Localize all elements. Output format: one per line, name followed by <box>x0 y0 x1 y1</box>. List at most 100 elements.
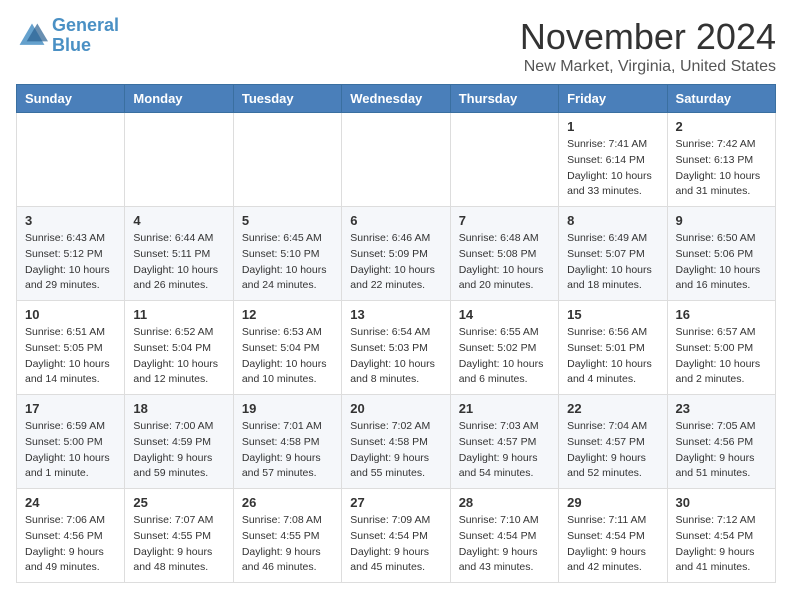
day-number: 9 <box>676 213 767 228</box>
weekday-header: Monday <box>125 85 233 113</box>
day-number: 14 <box>459 307 550 322</box>
calendar-day-cell: 28 Sunrise: 7:10 AMSunset: 4:54 PMDayligh… <box>450 489 558 583</box>
day-number: 16 <box>676 307 767 322</box>
calendar-day-cell <box>125 113 233 207</box>
day-number: 26 <box>242 495 333 510</box>
day-number: 28 <box>459 495 550 510</box>
day-info: Sunrise: 7:41 AMSunset: 6:14 PMDaylight:… <box>567 137 658 200</box>
calendar-day-cell: 3 Sunrise: 6:43 AMSunset: 5:12 PMDaylight… <box>17 207 125 301</box>
calendar-day-cell: 15Sunrise: 6:56 AMSunset: 5:01 PMDayligh… <box>559 301 667 395</box>
logo-text: General Blue <box>52 16 119 56</box>
day-info: Sunrise: 7:03 AMSunset: 4:57 PMDaylight:… <box>459 419 550 482</box>
calendar-day-cell: 27Sunrise: 7:09 AMSunset: 4:54 PMDayligh… <box>342 489 450 583</box>
calendar-day-cell: 24 Sunrise: 7:06 AMSunset: 4:56 PMDayligh… <box>17 489 125 583</box>
day-info: Sunrise: 7:11 AMSunset: 4:54 PMDaylight:… <box>567 513 658 576</box>
day-number: 30 <box>676 495 767 510</box>
day-info: Sunrise: 7:02 AMSunset: 4:58 PMDaylight:… <box>350 419 441 482</box>
day-number: 17 <box>25 401 116 416</box>
day-info: Sunrise: 7:09 AMSunset: 4:54 PMDaylight:… <box>350 513 441 576</box>
day-number: 1 <box>567 119 658 134</box>
day-number: 18 <box>133 401 224 416</box>
day-number: 5 <box>242 213 333 228</box>
calendar-day-cell <box>17 113 125 207</box>
calendar-day-cell: 26 Sunrise: 7:08 AMSunset: 4:55 PMDayligh… <box>233 489 341 583</box>
day-number: 19 <box>242 401 333 416</box>
day-number: 10 <box>25 307 116 322</box>
calendar-day-cell: 5 Sunrise: 6:45 AMSunset: 5:10 PMDaylight… <box>233 207 341 301</box>
page-header: General Blue November 2024 New Market, V… <box>16 16 776 76</box>
day-info: Sunrise: 7:08 AMSunset: 4:55 PMDaylight:… <box>242 513 333 576</box>
weekday-header: Wednesday <box>342 85 450 113</box>
calendar-day-cell: 14 Sunrise: 6:55 AMSunset: 5:02 PMDayligh… <box>450 301 558 395</box>
calendar-day-cell: 1 Sunrise: 7:41 AMSunset: 6:14 PMDaylight… <box>559 113 667 207</box>
calendar-day-cell: 17 Sunrise: 6:59 AMSunset: 5:00 PMDayligh… <box>17 395 125 489</box>
calendar-week-row: 24 Sunrise: 7:06 AMSunset: 4:56 PMDayligh… <box>17 489 776 583</box>
day-info: Sunrise: 6:46 AMSunset: 5:09 PMDaylight:… <box>350 231 441 294</box>
day-info: Sunrise: 6:54 AMSunset: 5:03 PMDaylight:… <box>350 325 441 388</box>
day-number: 7 <box>459 213 550 228</box>
calendar-day-cell: 19Sunrise: 7:01 AMSunset: 4:58 PMDayligh… <box>233 395 341 489</box>
day-number: 22 <box>567 401 658 416</box>
month-title: November 2024 <box>520 16 776 58</box>
weekday-header: Tuesday <box>233 85 341 113</box>
location-title: New Market, Virginia, United States <box>520 58 776 76</box>
calendar-day-cell: 25 Sunrise: 7:07 AMSunset: 4:55 PMDayligh… <box>125 489 233 583</box>
day-number: 3 <box>25 213 116 228</box>
day-number: 11 <box>133 307 224 322</box>
calendar-day-cell: 13 Sunrise: 6:54 AMSunset: 5:03 PMDayligh… <box>342 301 450 395</box>
calendar-day-cell: 30 Sunrise: 7:12 AMSunset: 4:54 PMDayligh… <box>667 489 775 583</box>
logo-line1: General <box>52 15 119 35</box>
calendar-day-cell <box>342 113 450 207</box>
calendar-week-row: 3 Sunrise: 6:43 AMSunset: 5:12 PMDaylight… <box>17 207 776 301</box>
weekday-header: Thursday <box>450 85 558 113</box>
day-number: 24 <box>25 495 116 510</box>
day-number: 12 <box>242 307 333 322</box>
day-number: 8 <box>567 213 658 228</box>
day-info: Sunrise: 7:05 AMSunset: 4:56 PMDaylight:… <box>676 419 767 482</box>
calendar-day-cell: 8Sunrise: 6:49 AMSunset: 5:07 PMDaylight… <box>559 207 667 301</box>
day-info: Sunrise: 7:42 AMSunset: 6:13 PMDaylight:… <box>676 137 767 200</box>
weekday-header: Friday <box>559 85 667 113</box>
day-info: Sunrise: 6:53 AMSunset: 5:04 PMDaylight:… <box>242 325 333 388</box>
calendar-day-cell: 23 Sunrise: 7:05 AMSunset: 4:56 PMDayligh… <box>667 395 775 489</box>
day-number: 23 <box>676 401 767 416</box>
calendar-header-row: SundayMondayTuesdayWednesdayThursdayFrid… <box>17 85 776 113</box>
logo-icon <box>16 20 48 52</box>
calendar-week-row: 1 Sunrise: 7:41 AMSunset: 6:14 PMDaylight… <box>17 113 776 207</box>
day-number: 6 <box>350 213 441 228</box>
calendar-day-cell <box>450 113 558 207</box>
weekday-header: Saturday <box>667 85 775 113</box>
day-info: Sunrise: 6:44 AMSunset: 5:11 PMDaylight:… <box>133 231 224 294</box>
calendar-day-cell: 12 Sunrise: 6:53 AMSunset: 5:04 PMDayligh… <box>233 301 341 395</box>
calendar-table: SundayMondayTuesdayWednesdayThursdayFrid… <box>16 84 776 583</box>
calendar-week-row: 17 Sunrise: 6:59 AMSunset: 5:00 PMDayligh… <box>17 395 776 489</box>
day-number: 29 <box>567 495 658 510</box>
day-info: Sunrise: 6:50 AMSunset: 5:06 PMDaylight:… <box>676 231 767 294</box>
calendar-day-cell: 29 Sunrise: 7:11 AMSunset: 4:54 PMDayligh… <box>559 489 667 583</box>
calendar-day-cell: 22Sunrise: 7:04 AMSunset: 4:57 PMDayligh… <box>559 395 667 489</box>
day-info: Sunrise: 6:51 AMSunset: 5:05 PMDaylight:… <box>25 325 116 388</box>
day-info: Sunrise: 7:10 AMSunset: 4:54 PMDaylight:… <box>459 513 550 576</box>
day-info: Sunrise: 6:55 AMSunset: 5:02 PMDaylight:… <box>459 325 550 388</box>
day-info: Sunrise: 7:06 AMSunset: 4:56 PMDaylight:… <box>25 513 116 576</box>
day-info: Sunrise: 7:12 AMSunset: 4:54 PMDaylight:… <box>676 513 767 576</box>
calendar-day-cell: 6 Sunrise: 6:46 AMSunset: 5:09 PMDaylight… <box>342 207 450 301</box>
day-info: Sunrise: 7:07 AMSunset: 4:55 PMDaylight:… <box>133 513 224 576</box>
calendar-day-cell: 20 Sunrise: 7:02 AMSunset: 4:58 PMDayligh… <box>342 395 450 489</box>
day-number: 25 <box>133 495 224 510</box>
day-number: 13 <box>350 307 441 322</box>
weekday-header: Sunday <box>17 85 125 113</box>
calendar-day-cell: 7Sunrise: 6:48 AMSunset: 5:08 PMDaylight… <box>450 207 558 301</box>
title-block: November 2024 New Market, Virginia, Unit… <box>520 16 776 76</box>
day-number: 15 <box>567 307 658 322</box>
day-info: Sunrise: 6:45 AMSunset: 5:10 PMDaylight:… <box>242 231 333 294</box>
calendar-day-cell <box>233 113 341 207</box>
day-info: Sunrise: 6:43 AMSunset: 5:12 PMDaylight:… <box>25 231 116 294</box>
logo: General Blue <box>16 16 119 56</box>
day-info: Sunrise: 6:57 AMSunset: 5:00 PMDaylight:… <box>676 325 767 388</box>
day-number: 4 <box>133 213 224 228</box>
day-info: Sunrise: 6:59 AMSunset: 5:00 PMDaylight:… <box>25 419 116 482</box>
calendar-day-cell: 18Sunrise: 7:00 AMSunset: 4:59 PMDayligh… <box>125 395 233 489</box>
day-info: Sunrise: 6:52 AMSunset: 5:04 PMDaylight:… <box>133 325 224 388</box>
day-number: 20 <box>350 401 441 416</box>
